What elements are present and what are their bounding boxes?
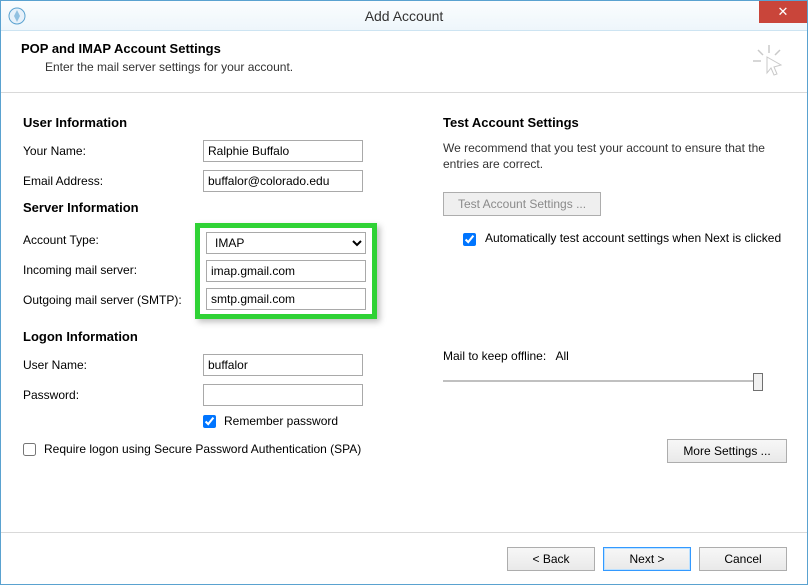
section-server-info: Server Information (23, 200, 423, 215)
server-rows: Account Type: Incoming mail server: Outg… (23, 225, 423, 325)
test-account-settings-button[interactable]: Test Account Settings ... (443, 192, 601, 216)
slider-track (443, 380, 763, 382)
wizard-body: User Information Your Name: Email Addres… (1, 93, 807, 471)
header-title: POP and IMAP Account Settings (21, 41, 787, 56)
next-button[interactable]: Next > (603, 547, 691, 571)
mail-offline-label: Mail to keep offline: (443, 349, 546, 363)
label-incoming: Incoming mail server: (23, 255, 182, 285)
label-outgoing: Outgoing mail server (SMTP): (23, 285, 182, 315)
auto-test-label: Automatically test account settings when… (485, 230, 781, 246)
section-logon-info: Logon Information (23, 329, 423, 344)
spa-checkbox[interactable] (23, 443, 36, 456)
user-name-input[interactable] (203, 354, 363, 376)
mail-offline-section: Mail to keep offline: All (443, 349, 787, 391)
test-settings-desc: We recommend that you test your account … (443, 140, 787, 172)
wizard-footer: < Back Next > Cancel (1, 532, 807, 584)
outgoing-server-input[interactable] (206, 288, 366, 310)
account-type-select[interactable]: IMAP (206, 232, 366, 254)
auto-test-row: Automatically test account settings when… (459, 230, 787, 249)
app-icon (7, 6, 27, 26)
close-button[interactable]: ✕ (759, 1, 807, 23)
your-name-input[interactable] (203, 140, 363, 162)
left-column: User Information Your Name: Email Addres… (23, 111, 423, 463)
mail-offline-value: All (556, 349, 569, 363)
email-input[interactable] (203, 170, 363, 192)
slider-thumb[interactable] (753, 373, 763, 391)
section-test-settings: Test Account Settings (443, 115, 787, 130)
mail-offline-slider[interactable] (443, 371, 763, 391)
cancel-button[interactable]: Cancel (699, 547, 787, 571)
right-column: Test Account Settings We recommend that … (443, 111, 787, 463)
header-subtitle: Enter the mail server settings for your … (45, 60, 787, 74)
close-icon: ✕ (778, 4, 789, 20)
cursor-icon (751, 43, 787, 82)
password-input[interactable] (203, 384, 363, 406)
remember-password-label: Remember password (224, 414, 338, 428)
more-settings-button[interactable]: More Settings ... (667, 439, 787, 463)
back-button[interactable]: < Back (507, 547, 595, 571)
remember-password-row: Remember password (203, 414, 423, 428)
server-highlight-box: IMAP (195, 223, 377, 319)
incoming-server-input[interactable] (206, 260, 366, 282)
add-account-window: Add Account ✕ POP and IMAP Account Setti… (0, 0, 808, 585)
spa-label: Require logon using Secure Password Auth… (44, 442, 361, 456)
label-account-type: Account Type: (23, 225, 182, 255)
label-user-name: User Name: (23, 358, 203, 372)
wizard-header: POP and IMAP Account Settings Enter the … (1, 31, 807, 93)
label-email: Email Address: (23, 174, 203, 188)
auto-test-checkbox[interactable] (463, 233, 476, 246)
remember-password-checkbox[interactable] (203, 415, 216, 428)
label-password: Password: (23, 388, 203, 402)
label-your-name: Your Name: (23, 144, 203, 158)
server-labels: Account Type: Incoming mail server: Outg… (23, 225, 182, 315)
titlebar: Add Account ✕ (1, 1, 807, 31)
section-user-info: User Information (23, 115, 423, 130)
window-title: Add Account (1, 8, 807, 24)
spa-row: Require logon using Secure Password Auth… (23, 442, 423, 456)
